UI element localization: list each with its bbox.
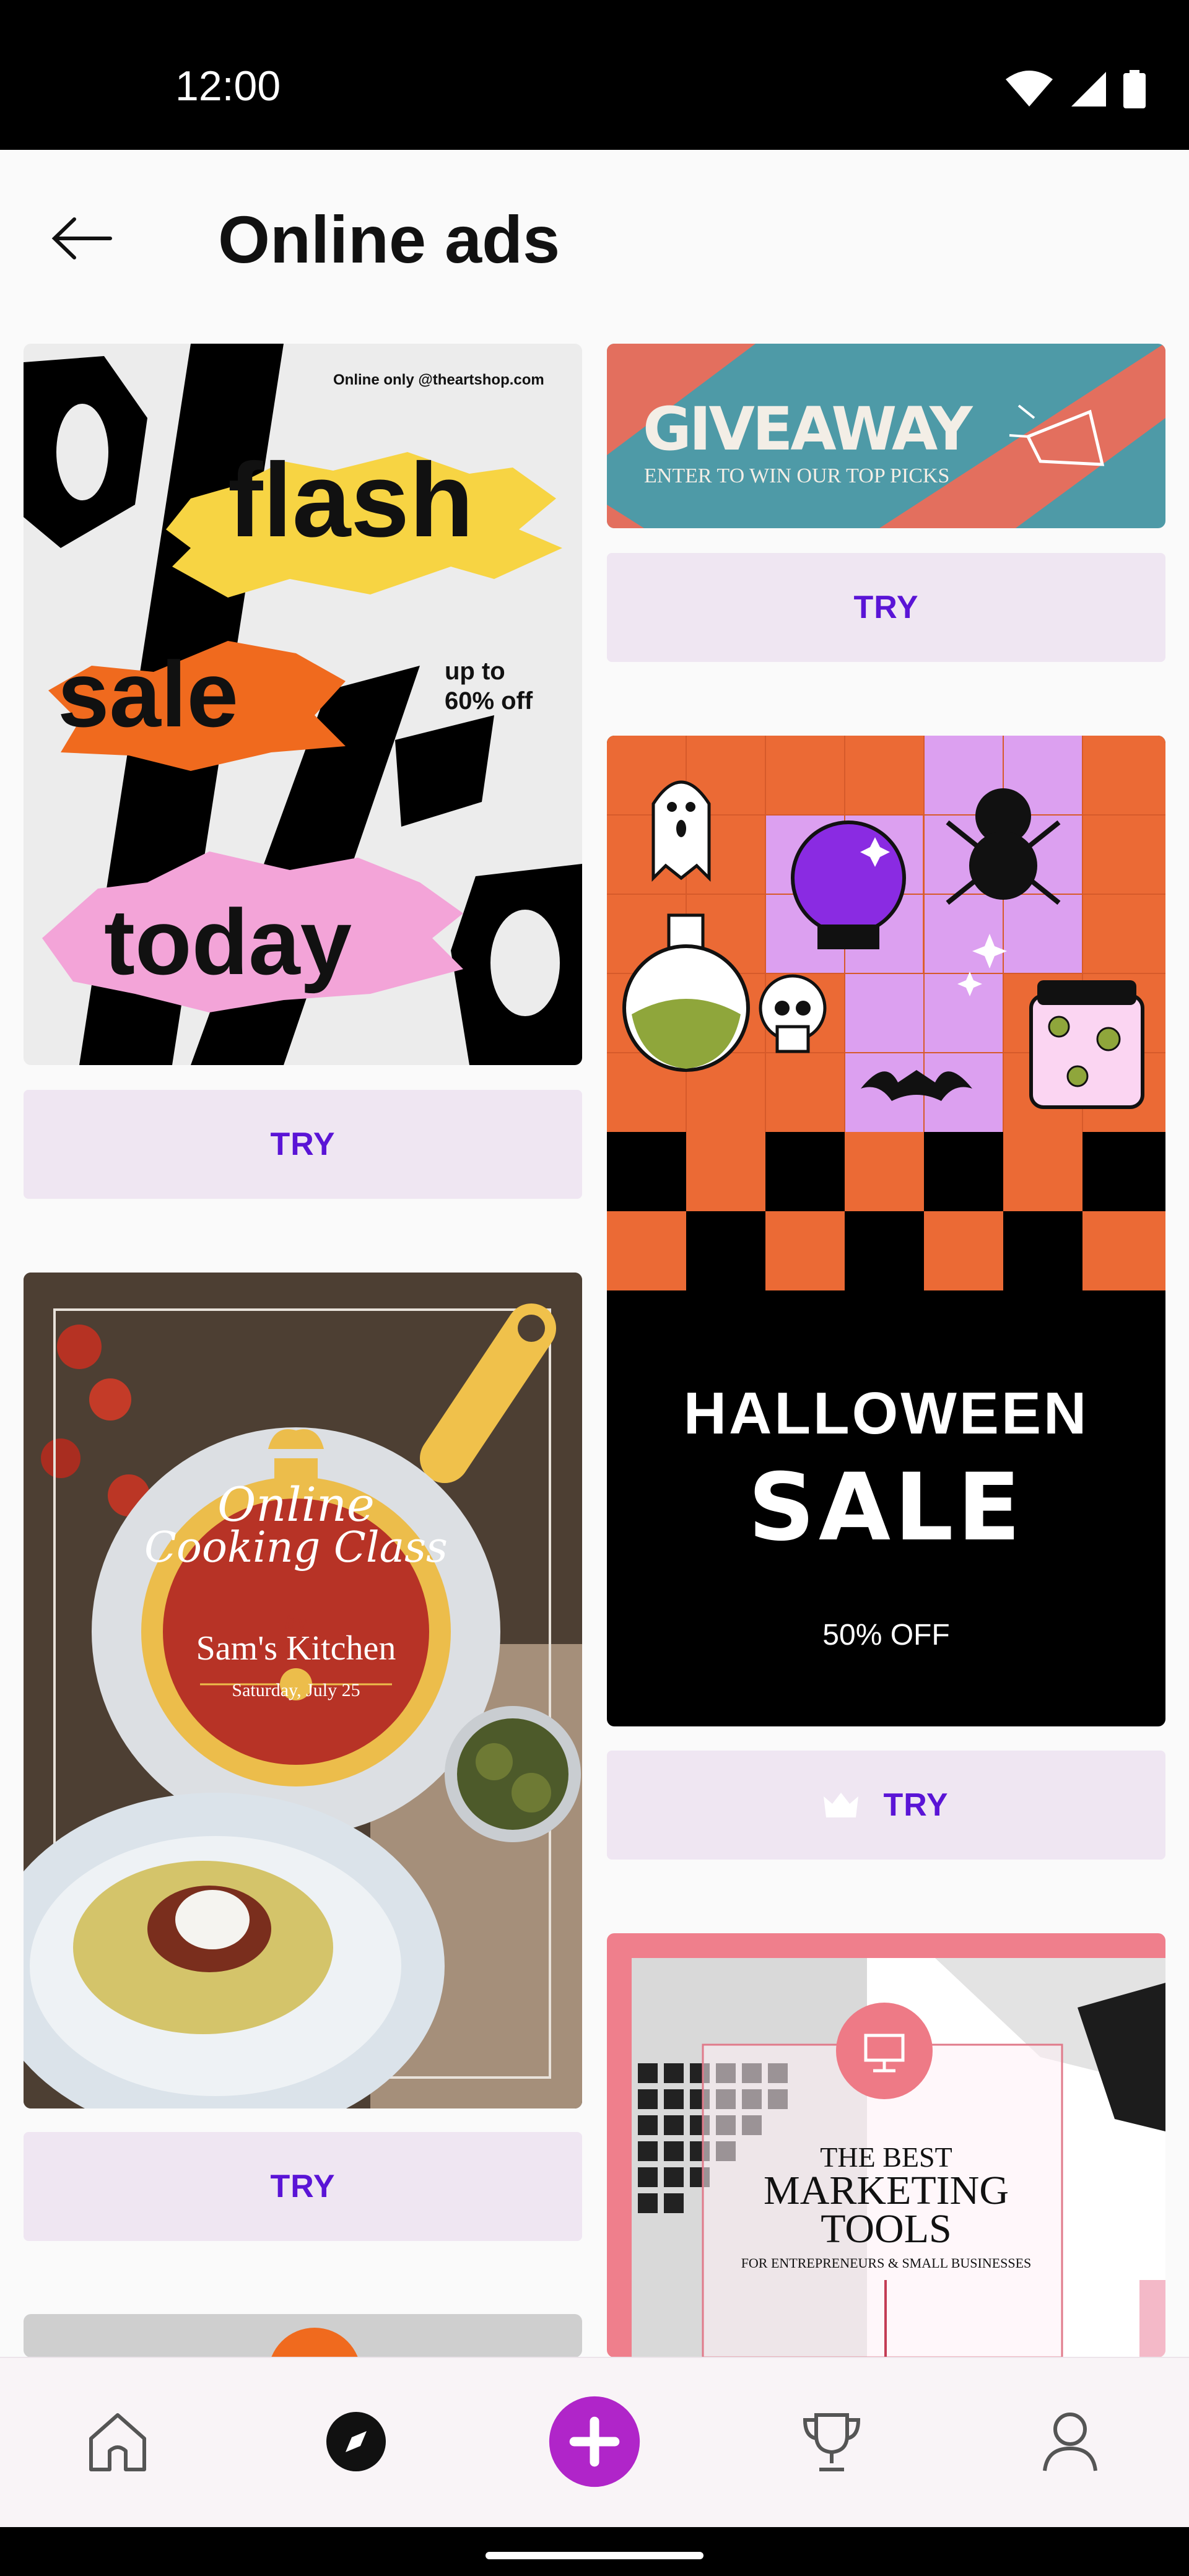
partial-template-card[interactable] xyxy=(24,2314,582,2357)
nav-profile[interactable] xyxy=(1024,2395,1117,2488)
try-label: TRY xyxy=(853,590,919,625)
explore-icon xyxy=(326,2412,386,2471)
app-header: Online ads xyxy=(0,150,1189,318)
nav-home[interactable] xyxy=(71,2395,164,2488)
back-arrow-icon[interactable] xyxy=(48,204,116,272)
try-label: TRY xyxy=(883,1787,949,1823)
partial-card-shape xyxy=(268,2328,361,2357)
trophy-icon xyxy=(803,2413,861,2471)
sale-word: sale xyxy=(58,642,238,746)
create-icon xyxy=(549,2396,640,2487)
cooking-class-template-card[interactable]: Online Cooking Class by Sam's Kitchen Sa… xyxy=(24,1273,582,2108)
status-time: 12:00 xyxy=(175,63,281,110)
nav-challenges[interactable] xyxy=(785,2395,878,2488)
flash-sale-template-card[interactable]: Online only @theartshop.com flash sale t… xyxy=(24,344,582,1065)
page-title: Online ads xyxy=(218,202,560,277)
system-gesture-area xyxy=(0,2527,1189,2576)
flash-sale-try-button[interactable]: TRY xyxy=(24,1090,582,1199)
battery-icon xyxy=(1123,70,1146,108)
profile-icon xyxy=(1043,2413,1097,2471)
halloween-try-button[interactable]: TRY xyxy=(607,1751,1165,1860)
bottom-navigation xyxy=(0,2357,1189,2528)
cooking-line2: Cooking Class xyxy=(144,1523,448,1572)
try-label: TRY xyxy=(270,1126,336,1162)
marketing-template-card[interactable]: THE BEST MARKETING TOOLS FOR ENTREPRENEU… xyxy=(607,1933,1165,2357)
cooking-try-button[interactable]: TRY xyxy=(24,2132,582,2241)
wifi-icon xyxy=(1006,71,1053,107)
try-label: TRY xyxy=(270,2169,336,2204)
flash-discount: up to 60% off xyxy=(445,658,533,715)
today-word: today xyxy=(104,890,352,994)
cooking-kitchen: Sam's Kitchen xyxy=(196,1629,396,1668)
halloween-sale: SALE xyxy=(747,1454,1025,1562)
halloween-artwork xyxy=(607,736,1165,1290)
flash-online-only: Online only @theartshop.com xyxy=(333,372,544,388)
home-icon xyxy=(89,2413,146,2471)
giveaway-try-button[interactable]: TRY xyxy=(607,553,1165,662)
giveaway-headline: GIVEAWAY xyxy=(643,394,973,464)
marketing-line3: TOOLS xyxy=(821,2206,952,2252)
status-bar: 12:00 xyxy=(0,0,1189,150)
status-icons xyxy=(1004,70,1146,108)
nav-explore[interactable] xyxy=(310,2395,403,2488)
marketing-line4: FOR ENTREPRENEURS & SMALL BUSINESSES xyxy=(741,2255,1032,2271)
halloween-headline: HALLOWEEN xyxy=(683,1380,1089,1447)
giveaway-subline: ENTER TO WIN OUR TOP PICKS xyxy=(644,464,950,487)
home-gesture-handle[interactable] xyxy=(486,2552,703,2559)
cooking-date: Saturday, July 25 xyxy=(232,1680,360,1700)
halloween-off: 50% OFF xyxy=(822,1619,950,1651)
signal-icon xyxy=(1071,72,1106,107)
nav-create[interactable] xyxy=(548,2395,641,2488)
flash-word: flash xyxy=(228,442,474,559)
giveaway-template-card[interactable]: GIVEAWAY ENTER TO WIN OUR TOP PICKS xyxy=(607,344,1165,528)
halloween-template-card[interactable]: HALLOWEEN SALE 50% OFF xyxy=(607,736,1165,1726)
crown-icon xyxy=(824,1793,859,1817)
